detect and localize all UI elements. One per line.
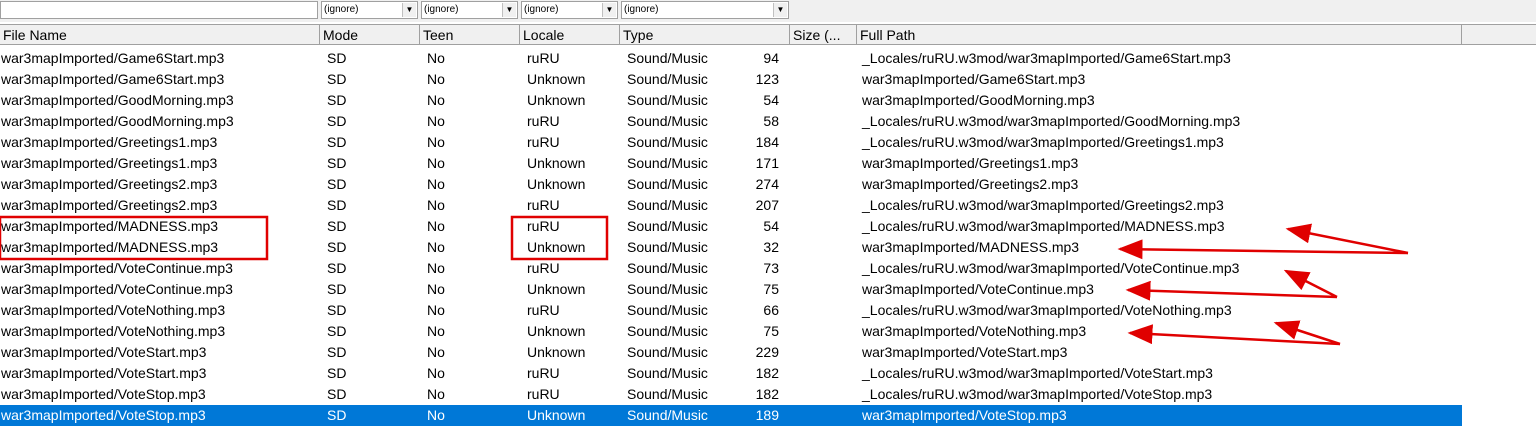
arrow	[1125, 280, 1338, 301]
arrow	[1285, 223, 1409, 255]
arrow	[1117, 239, 1409, 260]
highlight-box-locale	[510, 215, 609, 261]
highlight-box-file-name	[0, 215, 269, 261]
arrow	[1283, 269, 1338, 299]
annotation-overlay	[0, 215, 1409, 346]
